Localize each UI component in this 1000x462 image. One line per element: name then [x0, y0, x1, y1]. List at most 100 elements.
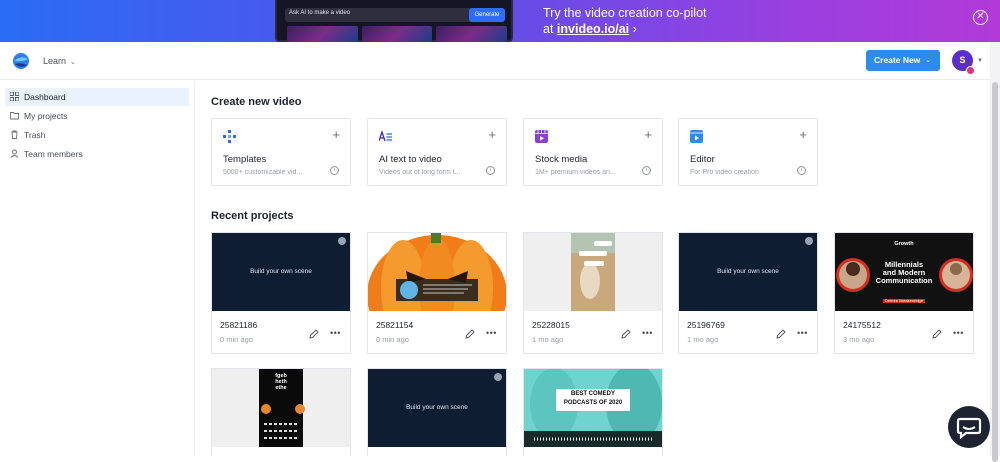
top-bar: Learn ⌄ Create New ⌄ S ▼ — [0, 42, 990, 80]
banner-generate-button: Generate — [469, 8, 505, 22]
project-card[interactable]: BEST COMEDY PODCASTS OF 2020 — [523, 368, 663, 456]
project-card[interactable]: Growth Millennials and Modern Communicat… — [834, 232, 974, 354]
project-date: 1 mo ago — [532, 335, 564, 344]
project-date: 0 min ago — [376, 335, 409, 344]
banner-link-arrow: › — [632, 22, 637, 36]
project-thumbnail[interactable]: Growth Millennials and Modern Communicat… — [835, 233, 973, 311]
banner-preview: Ask AI to make a video Generate — [275, 0, 513, 42]
project-date: 3 mo ago — [843, 335, 875, 344]
plus-icon: + — [488, 127, 496, 142]
podcast-title-1: BEST COMEDY — [570, 391, 615, 397]
scrollbar[interactable] — [990, 42, 1000, 462]
card-subtitle: Videos out of long form t... — [379, 169, 461, 176]
project-thumbnail[interactable]: BEST COMEDY PODCASTS OF 2020 — [524, 369, 662, 447]
info-icon[interactable]: i — [486, 166, 495, 175]
project-card[interactable]: 25821154 0 min ago ••• — [367, 232, 507, 354]
editor-icon — [690, 130, 703, 143]
chevron-down-icon: ⌄ — [70, 59, 76, 66]
create-new-button[interactable]: Create New ⌄ — [866, 50, 940, 71]
badge-icon — [494, 373, 502, 381]
sidebar-item-label: Dashboard — [24, 92, 66, 102]
pencil-icon[interactable] — [932, 329, 942, 339]
chat-icon — [956, 417, 982, 440]
close-icon[interactable]: ✕ — [973, 10, 988, 25]
plus-icon: + — [799, 127, 807, 142]
sidebar-item-label: Team members — [24, 149, 83, 159]
create-new-label: Create New — [874, 55, 921, 65]
pencil-icon[interactable] — [309, 329, 319, 339]
chat-button[interactable] — [948, 406, 990, 448]
card-title: AI text to video — [379, 154, 442, 165]
project-thumbnail[interactable]: Build your own scene — [368, 369, 506, 447]
pencil-icon[interactable] — [465, 329, 475, 339]
editor-card[interactable]: + Editor For Pro video creation i — [678, 118, 818, 186]
card-title: Templates — [223, 154, 267, 165]
info-icon[interactable]: i — [330, 166, 339, 175]
sidebar-item-my-projects[interactable]: My projects — [5, 107, 189, 125]
vertical-video-text: fgeb heth ethe — [275, 373, 287, 391]
scene-placeholder-text: Build your own scene — [250, 268, 312, 275]
sidebar-item-label: Trash — [24, 130, 46, 140]
learn-menu[interactable]: Learn ⌄ — [43, 56, 76, 66]
badge-icon — [805, 237, 813, 245]
plus-icon: + — [332, 127, 340, 142]
phone-photo-thumbnail — [524, 233, 662, 311]
more-icon[interactable]: ••• — [486, 328, 497, 338]
sidebar-item-trash[interactable]: Trash — [5, 126, 189, 144]
more-icon[interactable]: ••• — [330, 328, 341, 338]
banner-link-line: at invideo.io/ai › — [543, 21, 707, 37]
project-card[interactable]: Build your own scene 25196769 1 mo ago •… — [678, 232, 818, 354]
project-name: 25196769 — [687, 320, 725, 330]
ai-text-icon — [379, 130, 392, 142]
banner-prompt-text: Ask AI to make a video — [289, 10, 351, 16]
info-icon[interactable]: i — [642, 166, 651, 175]
more-icon[interactable]: ••• — [797, 328, 808, 338]
project-name: 25228015 — [532, 320, 570, 330]
project-thumbnail[interactable]: fgeb heth ethe — [212, 369, 350, 447]
presenter-name: Deirdre Breakenridge — [884, 298, 924, 303]
avatar-badge-icon — [966, 66, 975, 75]
recent-projects-heading: Recent projects — [211, 210, 294, 222]
project-card[interactable]: Build your own scene 25821186 0 min ago … — [211, 232, 351, 354]
scene-placeholder-text: Build your own scene — [406, 404, 468, 411]
grid-icon — [10, 92, 19, 101]
chevron-down-icon[interactable]: ▼ — [977, 58, 983, 64]
project-thumbnail[interactable]: Build your own scene — [212, 233, 350, 311]
templates-icon — [223, 130, 236, 143]
growth-label: Growth — [894, 241, 914, 247]
podcast-title-2: PODCASTS OF 2020 — [563, 400, 623, 406]
pencil-icon[interactable] — [621, 329, 631, 339]
project-name: 25821154 — [376, 320, 414, 330]
more-icon[interactable]: ••• — [953, 328, 964, 338]
project-thumbnail[interactable]: Build your own scene — [679, 233, 817, 311]
banner-link[interactable]: invideo.io/ai — [557, 22, 629, 36]
project-thumbnail[interactable] — [524, 233, 662, 311]
sidebar-item-dashboard[interactable]: Dashboard — [5, 88, 189, 106]
project-thumbnail[interactable] — [368, 233, 506, 311]
stock-media-card[interactable]: + Stock media 1M+ premium videos an... i — [523, 118, 663, 186]
project-name: 25821186 — [220, 320, 258, 330]
invideo-logo[interactable] — [11, 51, 31, 71]
scrollbar-thumb[interactable] — [992, 82, 998, 462]
podcast-thumbnail — [524, 369, 662, 447]
stock-media-icon — [535, 130, 548, 143]
promo-banner: Ask AI to make a video Generate Try the … — [0, 0, 1000, 42]
pencil-icon[interactable] — [776, 329, 786, 339]
info-icon[interactable]: i — [797, 166, 806, 175]
ai-text-to-video-card[interactable]: + AI text to video Videos out of long fo… — [367, 118, 507, 186]
project-card[interactable]: 25228015 1 mo ago ••• — [523, 232, 663, 354]
project-date: 0 min ago — [220, 335, 253, 344]
project-date: 1 mo ago — [687, 335, 719, 344]
templates-card[interactable]: + Templates 5000+ customizable vid... i — [211, 118, 351, 186]
learn-label: Learn — [43, 56, 67, 66]
sidebar-item-team-members[interactable]: Team members — [5, 145, 189, 163]
more-icon[interactable]: ••• — [642, 328, 653, 338]
team-icon — [10, 149, 19, 158]
project-card[interactable]: fgeb heth ethe — [211, 368, 351, 456]
banner-title: Try the video creation co-pilot — [543, 6, 707, 20]
millennials-title-3: Communication — [875, 276, 933, 285]
project-card[interactable]: Build your own scene — [367, 368, 507, 456]
folder-icon — [10, 112, 19, 120]
scene-placeholder-text: Build your own scene — [717, 268, 779, 275]
chevron-down-icon: ⌄ — [925, 57, 931, 64]
